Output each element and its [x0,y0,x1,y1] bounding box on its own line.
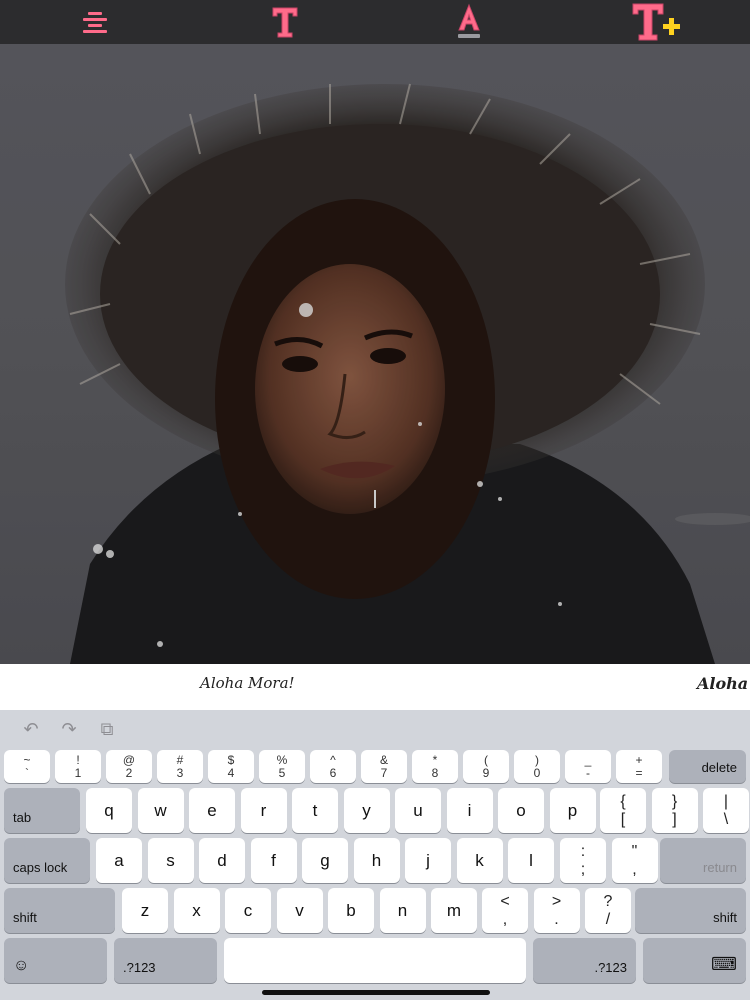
paste-icon[interactable]: ⧉ [96,718,118,740]
key-o[interactable]: o [498,788,544,833]
space-key[interactable] [224,938,526,983]
key-a[interactable]: a [96,838,142,883]
key-1[interactable]: ! 1 [55,750,101,783]
redo-icon[interactable]: ↷ [58,718,80,740]
key-d[interactable]: d [199,838,245,883]
key-t[interactable]: t [292,788,338,833]
key-q[interactable]: q [86,788,132,833]
text-style-icon[interactable] [268,2,302,42]
key-r[interactable]: r [240,788,287,833]
key-u[interactable]: u [395,788,441,833]
text-color-icon[interactable] [452,2,486,42]
key-7[interactable]: & 7 [361,750,407,783]
key-=[interactable]: + = [616,750,662,783]
key-k[interactable]: k [456,838,503,883]
numbers-key-right[interactable]: .?123 [533,938,636,983]
virtual-keyboard: ↶ ↷ ⧉ ~ `! 1 @2 #3 $4% 5 ^ 6 & 7 * 8(9) 0 _ - + = delete ta… [0,710,750,1000]
font-option[interactable]: Aloha Mora! [200,674,295,692]
undo-icon[interactable]: ↶ [20,718,42,740]
caps-lock-key[interactable]: caps lock [4,838,90,883]
key-i[interactable]: i [446,788,493,833]
key-g[interactable]: g [302,838,348,883]
align-center-icon[interactable] [78,2,112,42]
tab-key[interactable]: tab [4,788,80,833]
key-2[interactable]: @2 [106,750,152,783]
key-\[interactable]: | \ [703,788,749,833]
key-j[interactable]: j [405,838,451,883]
key-w[interactable]: w [137,788,184,833]
key-v[interactable]: v [276,888,323,933]
photo-canvas[interactable] [0,44,750,664]
top-toolbar [0,0,750,44]
key-n[interactable]: n [379,888,426,933]
key-m[interactable]: m [431,888,477,933]
key-f[interactable]: f [250,838,297,883]
dismiss-keyboard-key[interactable]: ⌨ [643,938,746,983]
key--[interactable]: _ - [565,750,611,783]
shift-key-left[interactable]: shift [4,888,115,933]
key-.[interactable]: >. [533,888,580,933]
key-,[interactable]: <, [482,888,528,933]
key-l[interactable]: l [508,838,554,883]
key-h[interactable]: h [353,838,400,883]
key-8[interactable]: * 8 [412,750,458,783]
text-cursor [374,490,376,508]
key-y[interactable]: y [343,788,390,833]
key-[[interactable]: {[ [600,788,646,833]
key-9[interactable]: (9 [463,750,509,783]
font-option[interactable]: Aloha M [697,674,750,693]
key-6[interactable]: ^ 6 [310,750,356,783]
key-x[interactable]: x [173,888,220,933]
key-;[interactable]: :; [560,838,606,883]
emoji-key[interactable]: ☺ [4,938,107,983]
delete-key[interactable]: delete [669,750,746,783]
key-3[interactable]: #3 [157,750,203,783]
key-/[interactable]: ? / [585,888,631,933]
return-key[interactable]: return [660,838,746,883]
key-`[interactable]: ~ ` [4,750,50,783]
shift-key-right[interactable]: shift [635,888,746,933]
key-e[interactable]: e [189,788,235,833]
key-4[interactable]: $4 [208,750,254,783]
key-0[interactable]: ) 0 [514,750,560,783]
key-b[interactable]: b [328,888,374,933]
key-][interactable]: }] [651,788,698,833]
key-c[interactable]: c [225,888,271,933]
add-text-icon[interactable] [630,2,682,42]
key-s[interactable]: s [147,838,194,883]
key-5[interactable]: % 5 [259,750,305,783]
home-indicator [262,990,490,995]
key-z[interactable]: z [122,888,168,933]
shortcut-bar: ↶ ↷ ⧉ [0,710,750,746]
key-,[interactable]: ", [611,838,658,883]
numbers-key-left[interactable]: .?123 [114,938,217,983]
key-p[interactable]: p [549,788,596,833]
font-picker-strip[interactable]: Aloha Mora! Aloha M [0,664,750,710]
